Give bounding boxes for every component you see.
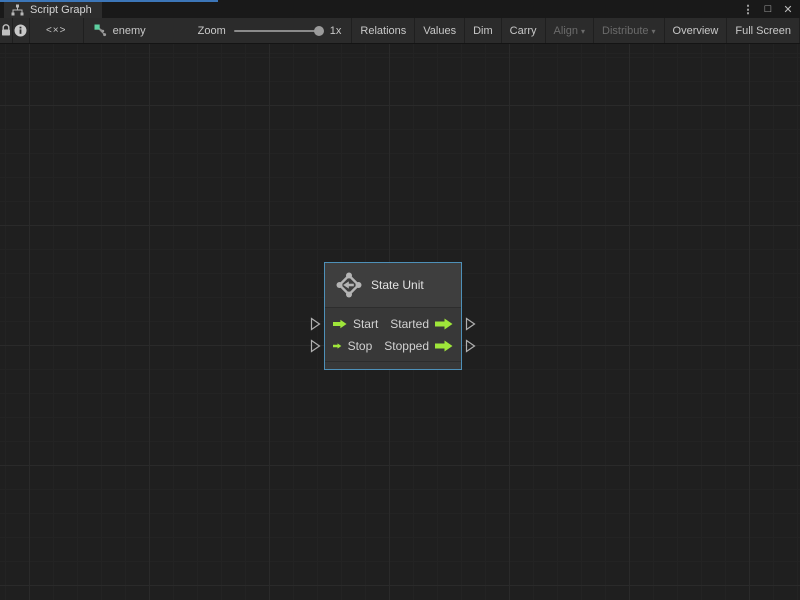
node-footer bbox=[325, 361, 461, 369]
values-button-label: Values bbox=[423, 24, 457, 37]
zoom-slider-thumb[interactable] bbox=[313, 25, 324, 36]
output-port-arrow-icon[interactable] bbox=[435, 340, 453, 352]
zoom-control: Zoom 1x bbox=[198, 25, 342, 37]
port-label-stop: Stop bbox=[347, 339, 373, 353]
close-icon[interactable]: ✕ bbox=[780, 1, 796, 17]
values-button[interactable]: Values bbox=[415, 18, 466, 43]
distribute-button-label: Distribute bbox=[602, 24, 649, 37]
maximize-icon[interactable]: □ bbox=[760, 1, 776, 17]
input-port-arrow-icon[interactable] bbox=[333, 340, 342, 352]
flow-graph-icon bbox=[94, 24, 106, 37]
output-port-group: Started bbox=[384, 317, 453, 331]
align-button: Align ▾ bbox=[546, 18, 595, 43]
graph-breadcrumb-cell: enemy Zoom 1x bbox=[84, 18, 353, 43]
input-port-arrow-icon[interactable] bbox=[333, 318, 347, 330]
tab-title: Script Graph bbox=[30, 4, 92, 16]
relations-button-label: Relations bbox=[360, 24, 407, 37]
align-button-label: Align bbox=[553, 24, 579, 37]
zoom-label: Zoom bbox=[197, 24, 226, 37]
graph-canvas[interactable]: State Unit Start Started Stop Stopped bbox=[0, 44, 800, 600]
port-row: Stop Stopped bbox=[325, 335, 461, 357]
port-label-stopped: Stopped bbox=[384, 339, 429, 353]
external-input-port-start[interactable] bbox=[310, 317, 321, 331]
external-output-port-started[interactable] bbox=[465, 317, 476, 331]
carry-button-label: Carry bbox=[509, 24, 537, 37]
chevron-down-icon: ▾ bbox=[651, 27, 656, 36]
node-header[interactable]: State Unit bbox=[325, 263, 461, 308]
state-machine-icon bbox=[336, 272, 362, 298]
distribute-button: Distribute ▾ bbox=[594, 18, 665, 43]
zoom-slider[interactable] bbox=[233, 25, 324, 36]
graph-name[interactable]: enemy bbox=[113, 25, 146, 37]
window-controls: ⋮ □ ✕ bbox=[740, 0, 796, 18]
external-input-port-stop[interactable] bbox=[310, 339, 321, 353]
code-brackets-icon: <×> bbox=[45, 25, 67, 36]
state-unit-node[interactable]: State Unit Start Started Stop Stopped bbox=[324, 262, 462, 370]
dim-button[interactable]: Dim bbox=[465, 18, 502, 43]
relations-button[interactable]: Relations bbox=[352, 18, 416, 43]
info-button[interactable] bbox=[13, 18, 30, 43]
node-title: State Unit bbox=[371, 278, 424, 292]
graph-toolbar: <×> enemy Zoom 1x Relations Values Dim C… bbox=[0, 18, 800, 44]
chevron-down-icon: ▾ bbox=[581, 27, 586, 36]
dim-button-label: Dim bbox=[473, 24, 493, 37]
zoom-value: 1x bbox=[329, 24, 342, 37]
code-preview-button[interactable]: <×> bbox=[30, 18, 84, 43]
carry-button[interactable]: Carry bbox=[502, 18, 546, 43]
overview-button-label: Overview bbox=[672, 24, 719, 37]
output-port-arrow-icon[interactable] bbox=[435, 318, 453, 330]
port-row: Start Started bbox=[325, 313, 461, 335]
output-port-group: Stopped bbox=[378, 339, 453, 353]
script-graph-window: Script Graph ⋮ □ ✕ <×> enemy Zoom 1x Rel… bbox=[0, 0, 800, 600]
tab-script-graph[interactable]: Script Graph bbox=[4, 2, 102, 18]
port-label-start: Start bbox=[352, 317, 379, 331]
lock-icon bbox=[2, 24, 10, 36]
external-output-port-stopped[interactable] bbox=[465, 339, 476, 353]
port-label-started: Started bbox=[390, 317, 429, 331]
window-menu-icon[interactable]: ⋮ bbox=[740, 1, 756, 17]
full-screen-button[interactable]: Full Screen bbox=[727, 18, 800, 43]
tab-bar: Script Graph ⋮ □ ✕ bbox=[0, 0, 800, 18]
graph-hierarchy-icon bbox=[11, 4, 24, 16]
overview-button[interactable]: Overview bbox=[665, 18, 728, 43]
full-screen-button-label: Full Screen bbox=[735, 24, 791, 37]
info-icon bbox=[14, 24, 27, 37]
node-port-rows: Start Started Stop Stopped bbox=[325, 308, 461, 361]
lock-button[interactable] bbox=[0, 18, 13, 43]
